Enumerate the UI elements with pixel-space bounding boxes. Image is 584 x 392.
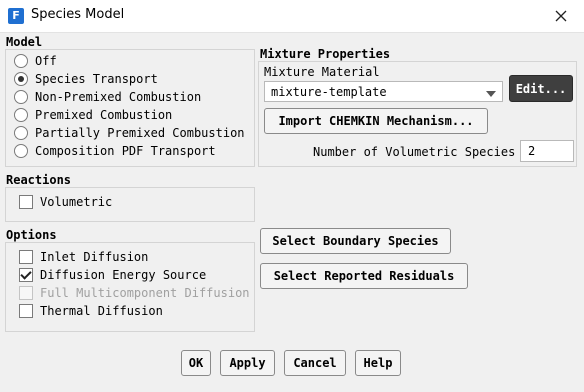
checkbox[interactable] xyxy=(19,304,33,318)
checkbox-full-multicomponent-diffusion: Full Multicomponent Diffusion xyxy=(19,285,250,301)
radio-button[interactable] xyxy=(14,126,28,140)
num-species-value: 2 xyxy=(528,144,536,158)
app-icon: F xyxy=(8,8,24,24)
checkbox-thermal-diffusion[interactable]: Thermal Diffusion xyxy=(19,303,163,319)
checkbox-label: Thermal Diffusion xyxy=(40,304,163,318)
checkbox[interactable] xyxy=(19,250,33,264)
checkbox-label: Full Multicomponent Diffusion xyxy=(40,286,250,300)
radio-label: Partially Premixed Combustion xyxy=(35,126,245,140)
ok-button[interactable]: OK xyxy=(181,350,211,376)
radio-non-premixed[interactable]: Non-Premixed Combustion xyxy=(14,89,201,105)
select-reported-residuals-button[interactable]: Select Reported Residuals xyxy=(260,263,468,289)
radio-label: Premixed Combustion xyxy=(35,108,173,122)
num-species-field[interactable]: 2 xyxy=(520,140,574,162)
checkbox-label: Volumetric xyxy=(40,195,113,209)
mixture-material-value: mixture-template xyxy=(271,84,387,99)
select-boundary-species-button[interactable]: Select Boundary Species xyxy=(260,228,451,254)
checkbox-checked[interactable] xyxy=(19,268,33,282)
checkbox-inlet-diffusion[interactable]: Inlet Diffusion xyxy=(19,249,148,265)
mixture-material-dropdown[interactable]: mixture-template xyxy=(264,81,503,102)
mixture-material-label: Mixture Material xyxy=(264,65,380,79)
close-button[interactable] xyxy=(538,0,584,32)
window-title: Species Model xyxy=(31,7,125,22)
checkbox-label: Diffusion Energy Source xyxy=(40,268,207,282)
radio-button[interactable] xyxy=(14,108,28,122)
radio-species-transport[interactable]: Species Transport xyxy=(14,71,158,87)
model-section-title: Model xyxy=(6,35,43,49)
mixture-section-title: Mixture Properties xyxy=(260,47,391,61)
radio-composition-pdf[interactable]: Composition PDF Transport xyxy=(14,143,216,159)
radio-button-selected[interactable] xyxy=(14,72,28,86)
title-bar: F Species Model xyxy=(0,0,584,33)
checkbox-volumetric[interactable]: Volumetric xyxy=(19,194,112,210)
reactions-section-title: Reactions xyxy=(6,173,72,187)
radio-partially-premixed[interactable]: Partially Premixed Combustion xyxy=(14,125,245,141)
radio-label: Off xyxy=(35,54,57,68)
help-button[interactable]: Help xyxy=(355,350,401,376)
close-icon xyxy=(555,10,567,22)
radio-button[interactable] xyxy=(14,54,28,68)
checkbox[interactable] xyxy=(19,195,33,209)
radio-premixed[interactable]: Premixed Combustion xyxy=(14,107,172,123)
num-species-label: Number of Volumetric Species xyxy=(313,145,516,159)
radio-button[interactable] xyxy=(14,90,28,104)
options-section-title: Options xyxy=(6,228,57,242)
radio-label: Non-Premixed Combustion xyxy=(35,90,202,104)
radio-off[interactable]: Off xyxy=(14,53,57,69)
radio-label: Composition PDF Transport xyxy=(35,144,216,158)
import-chemkin-button[interactable]: Import CHEMKIN Mechanism... xyxy=(264,108,488,134)
cancel-button[interactable]: Cancel xyxy=(284,350,346,376)
checkbox-label: Inlet Diffusion xyxy=(40,250,149,264)
radio-label: Species Transport xyxy=(35,72,158,86)
checkbox-diffusion-energy-source[interactable]: Diffusion Energy Source xyxy=(19,267,206,283)
checkbox-disabled xyxy=(19,286,33,300)
edit-button[interactable]: Edit... xyxy=(509,75,573,102)
apply-button[interactable]: Apply xyxy=(220,350,275,376)
radio-button[interactable] xyxy=(14,144,28,158)
chevron-down-icon xyxy=(486,91,496,97)
